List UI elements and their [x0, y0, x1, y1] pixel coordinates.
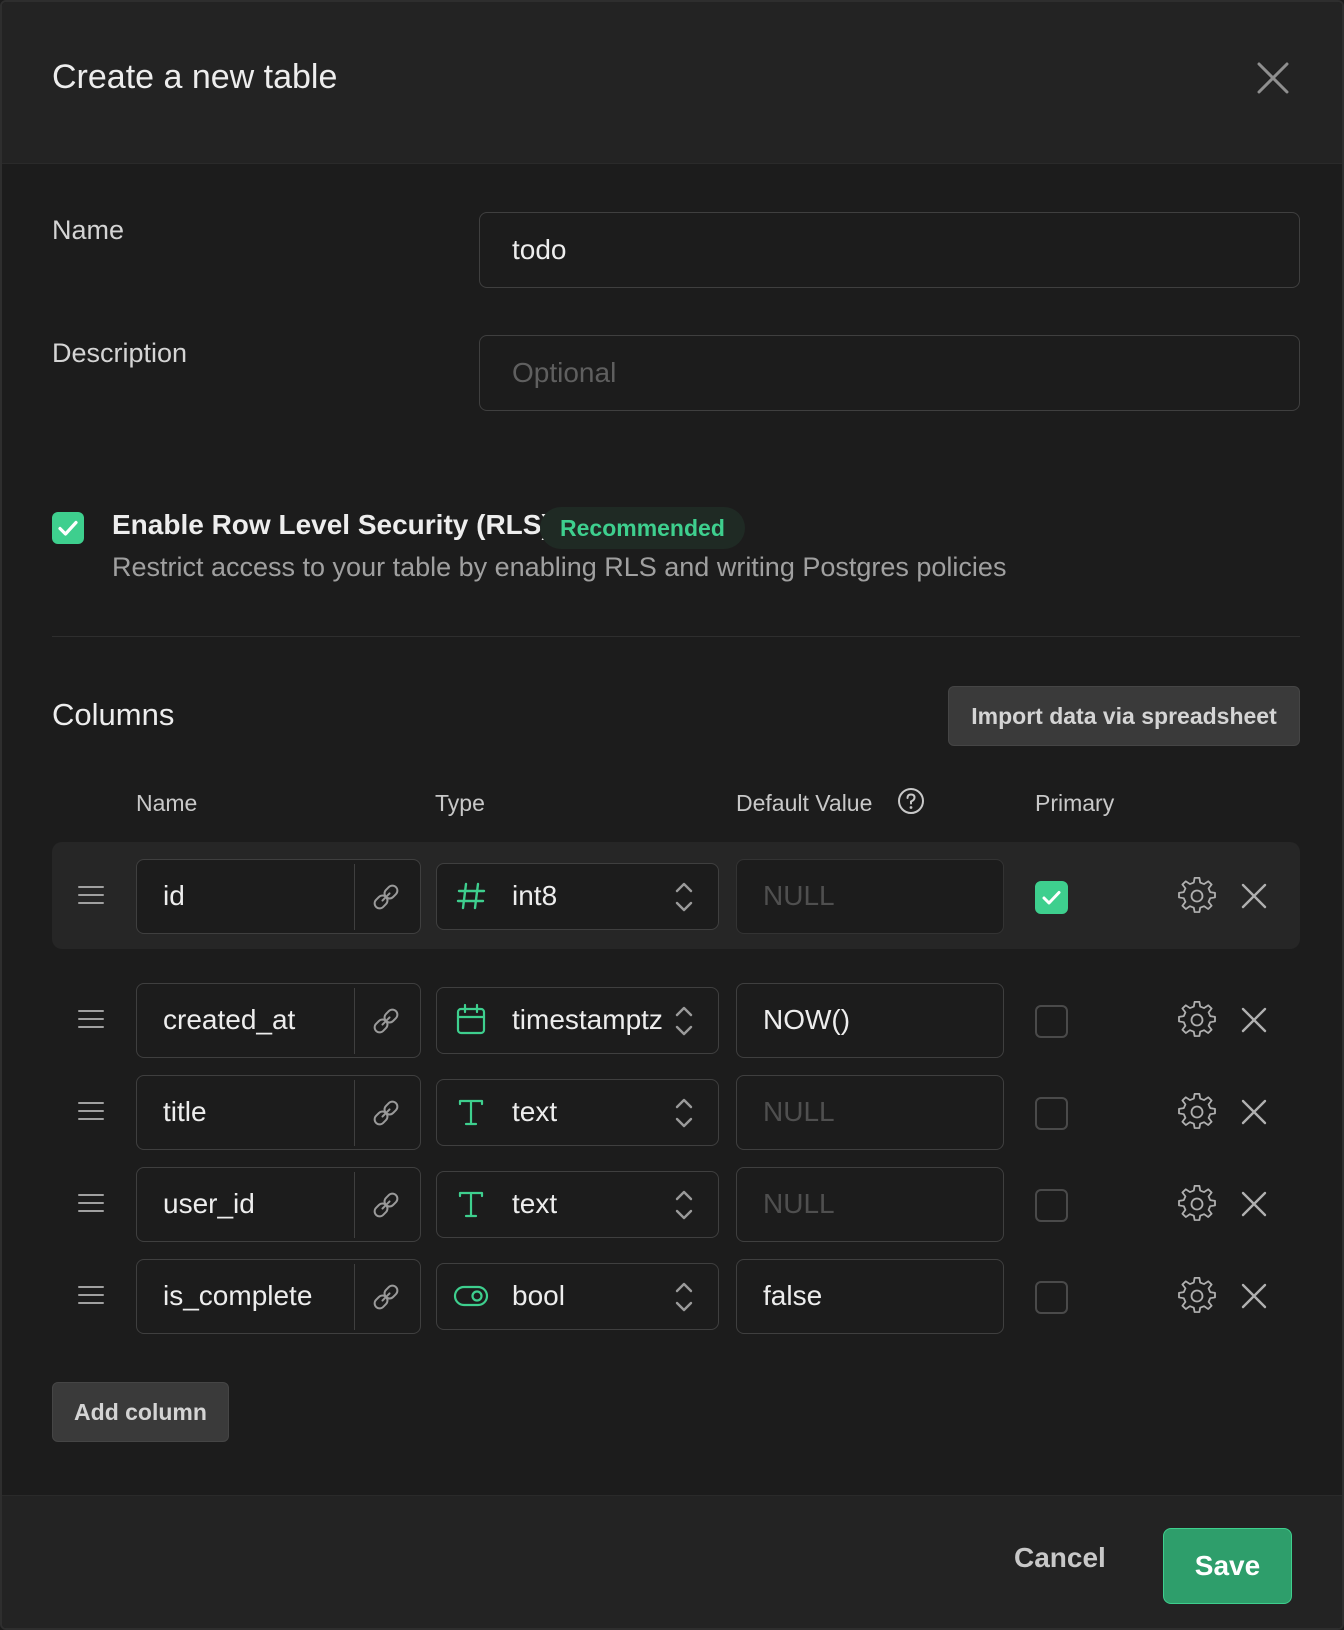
column-type-value: int8 — [512, 880, 558, 911]
primary-key-checkbox[interactable] — [1035, 1005, 1068, 1038]
link-icon[interactable] — [369, 880, 403, 914]
column-name-field[interactable]: id — [136, 859, 421, 934]
column-name-value: is_complete — [163, 1280, 313, 1311]
cancel-button[interactable]: Cancel — [1014, 1542, 1106, 1574]
column-name-field[interactable]: title — [136, 1075, 421, 1150]
field-separator — [354, 988, 355, 1054]
text-icon — [458, 1191, 484, 1218]
drag-handle-icon[interactable] — [78, 1100, 104, 1122]
default-value-field[interactable]: NULL — [736, 1167, 1004, 1242]
chevron-up-down-icon — [675, 882, 693, 912]
column-header-primary: Primary — [1035, 790, 1115, 816]
column-header-default: Default Value — [736, 790, 873, 816]
calendar-icon — [456, 1003, 486, 1035]
column-type-select[interactable]: text — [436, 1171, 719, 1238]
link-icon[interactable] — [369, 1280, 403, 1314]
field-separator — [354, 1264, 355, 1330]
gear-icon[interactable] — [1178, 1001, 1216, 1039]
drag-handle-icon[interactable] — [78, 884, 104, 906]
gear-icon[interactable] — [1178, 1277, 1216, 1315]
column-name-field[interactable]: is_complete — [136, 1259, 421, 1334]
column-type-value: text — [512, 1096, 558, 1127]
remove-column-icon[interactable] — [1239, 1097, 1269, 1127]
default-value-text: NULL — [763, 1188, 835, 1219]
description-label: Description — [52, 338, 188, 368]
column-name-value: title — [163, 1096, 207, 1127]
link-icon[interactable] — [369, 1004, 403, 1038]
remove-column-icon[interactable] — [1239, 1005, 1269, 1035]
gear-icon[interactable] — [1178, 1093, 1216, 1131]
dialog-header: Create a new table — [2, 2, 1342, 164]
remove-column-icon[interactable] — [1239, 881, 1269, 911]
name-label: Name — [52, 215, 125, 245]
table-name-input[interactable] — [479, 212, 1300, 288]
column-type-select[interactable]: timestamptz — [436, 987, 719, 1054]
primary-key-checkbox[interactable] — [1035, 1097, 1068, 1130]
link-icon[interactable] — [369, 1188, 403, 1222]
column-name-field[interactable]: created_at — [136, 983, 421, 1058]
column-type-value: bool — [512, 1280, 565, 1311]
column-name-field[interactable]: user_id — [136, 1167, 421, 1242]
default-value-field[interactable]: NOW() — [736, 983, 1004, 1058]
text-icon — [458, 1099, 484, 1126]
column-type-select[interactable]: text — [436, 1079, 719, 1146]
default-value-text: NULL — [763, 1096, 835, 1127]
default-value-text: false — [763, 1280, 823, 1311]
recommended-badge: Recommended — [540, 507, 745, 549]
column-name-value: user_id — [163, 1188, 255, 1219]
chevron-up-down-icon — [675, 1190, 693, 1220]
rls-title: Enable Row Level Security (RLS) — [112, 509, 551, 540]
drag-handle-icon[interactable] — [78, 1192, 104, 1214]
chevron-up-down-icon — [675, 1282, 693, 1312]
field-separator — [354, 1172, 355, 1238]
close-icon[interactable] — [1255, 60, 1291, 96]
gear-icon[interactable] — [1178, 877, 1216, 915]
field-separator — [354, 864, 355, 930]
default-value-field[interactable]: NULL — [736, 859, 1004, 934]
default-value-text: NULL — [763, 880, 835, 911]
column-type-value: timestamptz — [512, 1004, 663, 1035]
drag-handle-icon[interactable] — [78, 1284, 104, 1306]
field-separator — [354, 1080, 355, 1146]
dialog-title: Create a new table — [52, 58, 338, 96]
column-type-select[interactable]: bool — [436, 1263, 719, 1330]
import-spreadsheet-button[interactable]: Import data via spreadsheet — [948, 686, 1300, 746]
save-button[interactable]: Save — [1163, 1528, 1292, 1604]
rls-description: Restrict access to your table by enablin… — [112, 552, 1007, 582]
column-name-value: created_at — [163, 1004, 296, 1035]
column-name-value: id — [163, 880, 185, 911]
description-input[interactable] — [479, 335, 1300, 411]
columns-title: Columns — [52, 697, 175, 732]
help-icon[interactable] — [897, 787, 925, 815]
divider — [52, 636, 1300, 637]
add-column-button[interactable]: Add column — [52, 1382, 229, 1442]
gear-icon[interactable] — [1178, 1185, 1216, 1223]
check-icon — [58, 520, 78, 536]
create-table-dialog: Create a new table Name Description Enab… — [0, 0, 1344, 1630]
check-icon — [1042, 891, 1061, 905]
chevron-up-down-icon — [675, 1006, 693, 1036]
hash-icon — [456, 882, 486, 910]
rls-checkbox[interactable] — [52, 512, 84, 544]
dialog-footer — [2, 1495, 1342, 1628]
default-value-text: NOW() — [763, 1004, 851, 1035]
remove-column-icon[interactable] — [1239, 1189, 1269, 1219]
link-icon[interactable] — [369, 1096, 403, 1130]
column-header-name: Name — [136, 790, 198, 816]
default-value-field[interactable]: NULL — [736, 1075, 1004, 1150]
primary-key-checkbox[interactable] — [1035, 881, 1068, 914]
chevron-up-down-icon — [675, 1098, 693, 1128]
toggle-icon — [453, 1285, 489, 1307]
primary-key-checkbox[interactable] — [1035, 1189, 1068, 1222]
primary-key-checkbox[interactable] — [1035, 1281, 1068, 1314]
default-value-field[interactable]: false — [736, 1259, 1004, 1334]
remove-column-icon[interactable] — [1239, 1281, 1269, 1311]
column-type-select[interactable]: int8 — [436, 863, 719, 930]
column-header-type: Type — [435, 790, 485, 816]
drag-handle-icon[interactable] — [78, 1008, 104, 1030]
column-type-value: text — [512, 1188, 558, 1219]
